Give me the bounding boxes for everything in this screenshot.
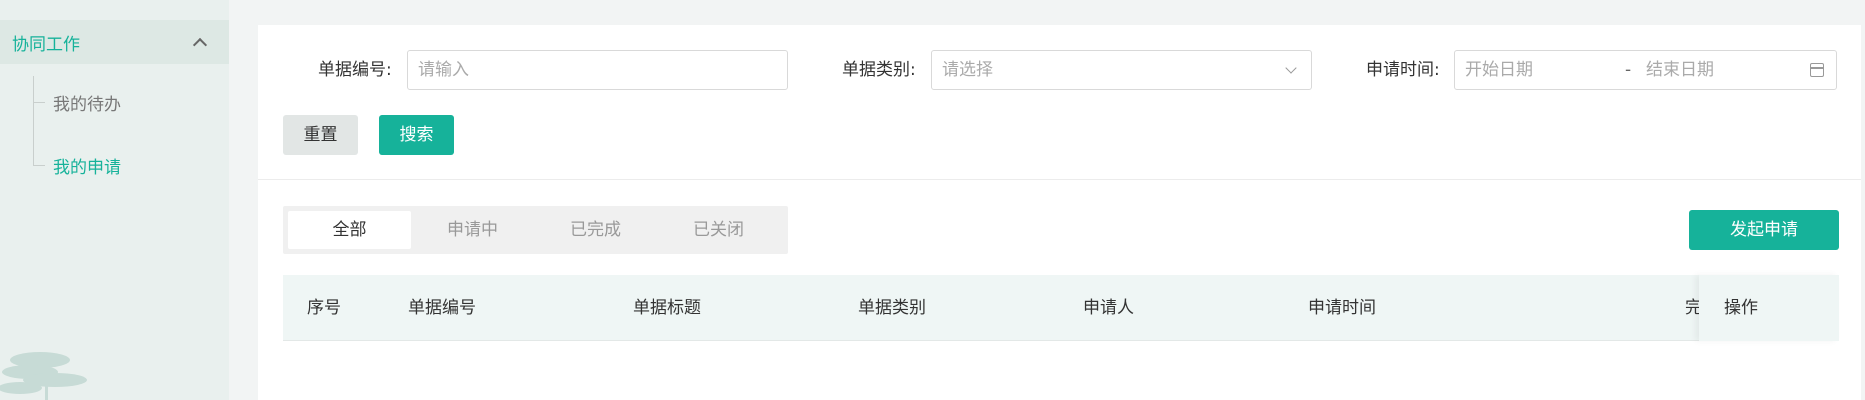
doc-type-label: 单据类别: bbox=[842, 60, 916, 80]
tab-closed[interactable]: 已关闭 bbox=[657, 211, 780, 249]
start-date-placeholder[interactable]: 开始日期 bbox=[1465, 51, 1533, 89]
status-tabs: 全部 申请中 已完成 已关闭 bbox=[283, 206, 788, 254]
tree-connector bbox=[33, 101, 45, 103]
column-header-applicant: 申请人 bbox=[1083, 298, 1134, 318]
new-request-button[interactable]: 发起申请 bbox=[1689, 210, 1839, 250]
doc-no-label: 单据编号: bbox=[318, 60, 392, 80]
doc-no-input[interactable]: 请输入 bbox=[407, 50, 788, 90]
search-button[interactable]: 搜索 bbox=[379, 115, 454, 155]
column-header-doc-no: 单据编号 bbox=[408, 298, 476, 318]
sidebar: 协同工作 我的待办 我的申请 bbox=[0, 0, 229, 400]
doc-no-placeholder: 请输入 bbox=[418, 60, 469, 80]
column-header-seq: 序号 bbox=[307, 298, 341, 318]
sidebar-item-label: 我的待办 bbox=[53, 94, 121, 115]
column-header-actions: 操作 bbox=[1699, 275, 1839, 341]
table-header: 序号 单据编号 单据标题 单据类别 申请人 申请时间 完 操作 bbox=[283, 275, 1839, 341]
column-header-doc-type: 单据类别 bbox=[858, 298, 926, 318]
tab-in-progress[interactable]: 申请中 bbox=[411, 211, 534, 249]
filter-row: 单据编号: 请输入 单据类别: 请选择 申请时间: 开始日期 - 结束日期 bbox=[258, 50, 1861, 90]
sidebar-item-my-requests[interactable]: 我的申请 bbox=[33, 153, 121, 178]
divider bbox=[258, 179, 1861, 180]
tree-connector bbox=[33, 164, 45, 166]
sidebar-item-my-todo[interactable]: 我的待办 bbox=[33, 90, 121, 115]
date-separator: - bbox=[1625, 60, 1632, 80]
column-header-apply-time: 申请时间 bbox=[1308, 298, 1376, 318]
chevron-up-icon[interactable] bbox=[192, 37, 208, 53]
chevron-down-icon bbox=[1285, 62, 1297, 74]
column-header-actions-label: 操作 bbox=[1724, 298, 1758, 318]
calendar-icon bbox=[1810, 63, 1824, 77]
reset-button[interactable]: 重置 bbox=[283, 115, 358, 155]
date-range-picker[interactable]: 开始日期 - 结束日期 bbox=[1454, 50, 1837, 90]
menu-group-collab-work[interactable]: 协同工作 bbox=[0, 20, 229, 64]
sidebar-item-label: 我的申请 bbox=[53, 157, 121, 178]
tab-all[interactable]: 全部 bbox=[288, 211, 411, 249]
doc-type-placeholder: 请选择 bbox=[942, 60, 993, 80]
column-header-doc-title: 单据标题 bbox=[633, 298, 701, 318]
tab-completed[interactable]: 已完成 bbox=[534, 211, 657, 249]
pine-tree-decoration-icon bbox=[0, 352, 87, 400]
main-panel: 单据编号: 请输入 单据类别: 请选择 申请时间: 开始日期 - 结束日期 重置… bbox=[258, 25, 1861, 400]
menu-group-label: 协同工作 bbox=[12, 34, 80, 55]
column-header-completion-partial: 完 bbox=[1685, 298, 1699, 318]
apply-time-label: 申请时间: bbox=[1366, 60, 1440, 80]
doc-type-select[interactable]: 请选择 bbox=[931, 50, 1312, 90]
end-date-placeholder[interactable]: 结束日期 bbox=[1646, 51, 1714, 89]
